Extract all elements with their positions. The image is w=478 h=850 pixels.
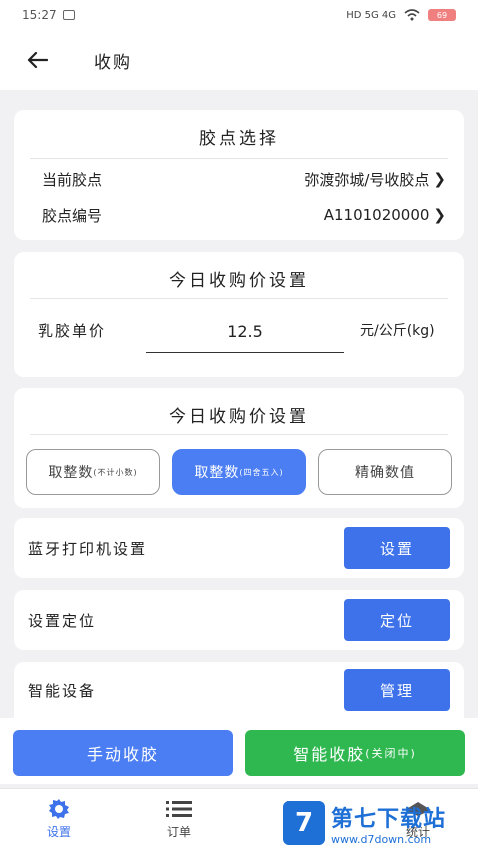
price-card: 今日收购价设置 乳胶单价 12.5 元/公斤(kg) bbox=[14, 252, 464, 377]
locate-button[interactable]: 定位 bbox=[344, 599, 450, 641]
site-watermark: 7 第七下载站 www.d7down.com bbox=[283, 797, 473, 849]
status-time: 15:27 bbox=[22, 8, 57, 22]
station-code-value: A1101020000 bbox=[323, 206, 430, 224]
chevron-right-icon: ❯ bbox=[433, 206, 446, 224]
option-note: (四舍五入) bbox=[239, 467, 284, 477]
price-input[interactable]: 12.5 bbox=[146, 322, 344, 341]
watermark-name: 第七下载站 bbox=[331, 806, 447, 832]
watermark-logo: 7 bbox=[283, 801, 325, 845]
latex-price-label: 乳胶单价 bbox=[38, 322, 107, 340]
status-right: HD 5G 4G 69 bbox=[346, 9, 456, 21]
smart-collect-status: (关闭中) bbox=[365, 747, 417, 760]
station-code-row[interactable]: 胶点编号 A1101020000 ❯ bbox=[14, 197, 464, 233]
current-station-value: 弥渡弥城/号收胶点 bbox=[304, 170, 430, 189]
option-main-label: 精确数值 bbox=[355, 465, 415, 481]
notification-icon bbox=[62, 10, 75, 20]
option-main-label: 取整数 bbox=[48, 465, 94, 481]
chevron-right-icon: ❯ bbox=[433, 170, 446, 188]
station-card-title: 胶点选择 bbox=[199, 129, 279, 149]
list-icon bbox=[166, 795, 192, 823]
price-card-title: 今日收购价设置 bbox=[169, 271, 309, 291]
location-settings-label: 设置定位 bbox=[28, 611, 97, 630]
tab-orders-label: 订单 bbox=[166, 825, 191, 839]
watermark-url: www.d7down.com bbox=[331, 832, 432, 846]
gear-icon bbox=[47, 795, 71, 823]
smart-device-label: 智能设备 bbox=[28, 681, 97, 700]
round-truncate-button[interactable]: 取整数 (不计小数) bbox=[26, 449, 160, 495]
tab-settings-label: 设置 bbox=[46, 825, 71, 839]
back-button[interactable] bbox=[25, 48, 49, 72]
current-station-label: 当前胶点 bbox=[42, 170, 103, 189]
option-note: (不计小数) bbox=[93, 467, 138, 477]
manage-device-button[interactable]: 管理 bbox=[344, 669, 450, 711]
back-arrow-icon bbox=[27, 51, 48, 69]
tab-settings[interactable]: 设置 bbox=[19, 795, 99, 840]
location-settings-card: 设置定位 定位 bbox=[14, 590, 464, 650]
station-code-label: 胶点编号 bbox=[42, 206, 103, 225]
current-station-row[interactable]: 当前胶点 弥渡弥城/号收胶点 ❯ bbox=[14, 161, 464, 197]
tab-orders[interactable]: 订单 bbox=[139, 795, 219, 840]
wifi-icon bbox=[404, 9, 420, 21]
smart-collect-label: 智能收胶 bbox=[293, 745, 366, 764]
app-header: 收购 bbox=[0, 30, 478, 90]
printer-settings-label: 蓝牙打印机设置 bbox=[28, 539, 148, 558]
price-unit: 元/公斤(kg) bbox=[360, 323, 435, 339]
price-input-underline bbox=[146, 352, 344, 353]
station-card: 胶点选择 当前胶点 弥渡弥城/号收胶点 ❯ 胶点编号 A1101020000 ❯ bbox=[14, 110, 464, 240]
bottom-actions: 手动收胶 智能收胶 (关闭中) bbox=[0, 718, 478, 784]
printer-settings-card: 蓝牙打印机设置 设置 bbox=[14, 518, 464, 578]
option-main-label: 取整数 bbox=[194, 465, 240, 481]
price-divider bbox=[30, 298, 448, 299]
rounding-card-title: 今日收购价设置 bbox=[169, 407, 309, 427]
printer-settings-button[interactable]: 设置 bbox=[344, 527, 450, 569]
page-title: 收购 bbox=[94, 52, 132, 73]
signal-text: HD 5G 4G bbox=[346, 9, 396, 21]
rounding-divider bbox=[30, 434, 448, 435]
smart-device-card: 智能设备 管理 bbox=[14, 662, 464, 718]
status-time-group: 15:27 bbox=[22, 8, 75, 22]
status-bar: 15:27 HD 5G 4G 69 bbox=[0, 0, 478, 30]
manual-collect-button[interactable]: 手动收胶 bbox=[13, 730, 233, 776]
round-exact-button[interactable]: 精确数值 bbox=[318, 449, 452, 495]
round-half-up-button[interactable]: 取整数 (四舍五入) bbox=[172, 449, 306, 495]
battery-icon: 69 bbox=[428, 9, 456, 21]
station-divider bbox=[30, 158, 448, 159]
smart-collect-button[interactable]: 智能收胶 (关闭中) bbox=[245, 730, 465, 776]
